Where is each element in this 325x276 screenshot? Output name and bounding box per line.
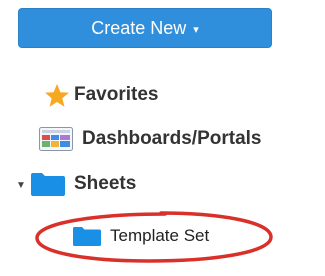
sidebar-item-sheets[interactable]: ▼ Sheets: [16, 169, 136, 199]
sidebar-item-label: Template Set: [110, 226, 210, 245]
expand-triangle-icon[interactable]: ▼: [16, 180, 30, 191]
sidebar-item-dashboards[interactable]: Dashboards/Portals: [36, 124, 262, 154]
create-new-label: Create New: [91, 17, 187, 38]
create-new-button[interactable]: Create New ▾: [18, 8, 272, 48]
dashboard-icon: [36, 127, 76, 151]
star-icon: [40, 83, 74, 108]
caret-down-icon: ▾: [193, 23, 199, 36]
folder-icon: [30, 172, 66, 196]
folder-icon: [72, 226, 102, 246]
sidebar-item-template-set[interactable]: Template Set: [72, 223, 209, 249]
sidebar-item-label: Dashboards/Portals: [82, 128, 262, 149]
sidebar-panel: Create New ▾ Favorites Dashboards/Portal…: [0, 0, 325, 276]
sidebar-item-label: Sheets: [74, 173, 137, 194]
sidebar-item-favorites[interactable]: Favorites: [40, 80, 158, 110]
sidebar-item-label: Favorites: [74, 84, 159, 105]
